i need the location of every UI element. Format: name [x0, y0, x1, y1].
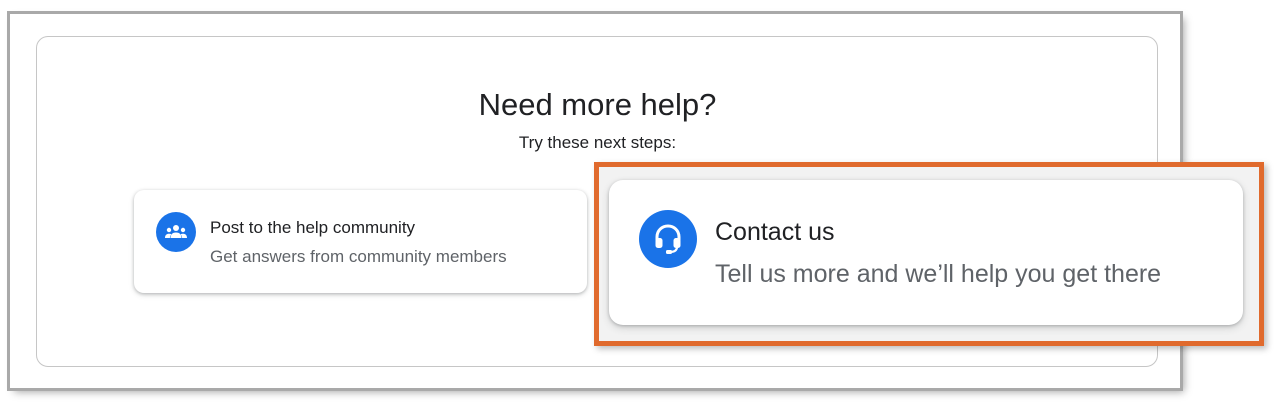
people-group-icon: [156, 212, 196, 252]
help-subheading: Try these next steps:: [518, 133, 677, 152]
help-heading: Need more help?: [478, 87, 717, 122]
headset-icon: [639, 210, 697, 268]
people-group-icon-glyph: [165, 225, 187, 238]
contact-card-title: Contact us: [715, 218, 835, 246]
contact-us-card[interactable]: Contact us Tell us more and we’ll help y…: [609, 180, 1243, 325]
headset-icon-glyph: [655, 224, 681, 254]
contact-card-description: Tell us more and we’ll help you get ther…: [715, 260, 1162, 288]
post-to-community-card[interactable]: Post to the help community Get answers f…: [134, 190, 587, 293]
screenshot-stage: Need more help? Try these next steps: Po…: [0, 0, 1276, 404]
community-card-description: Get answers from community members: [210, 247, 507, 266]
community-card-title: Post to the help community: [210, 218, 416, 237]
